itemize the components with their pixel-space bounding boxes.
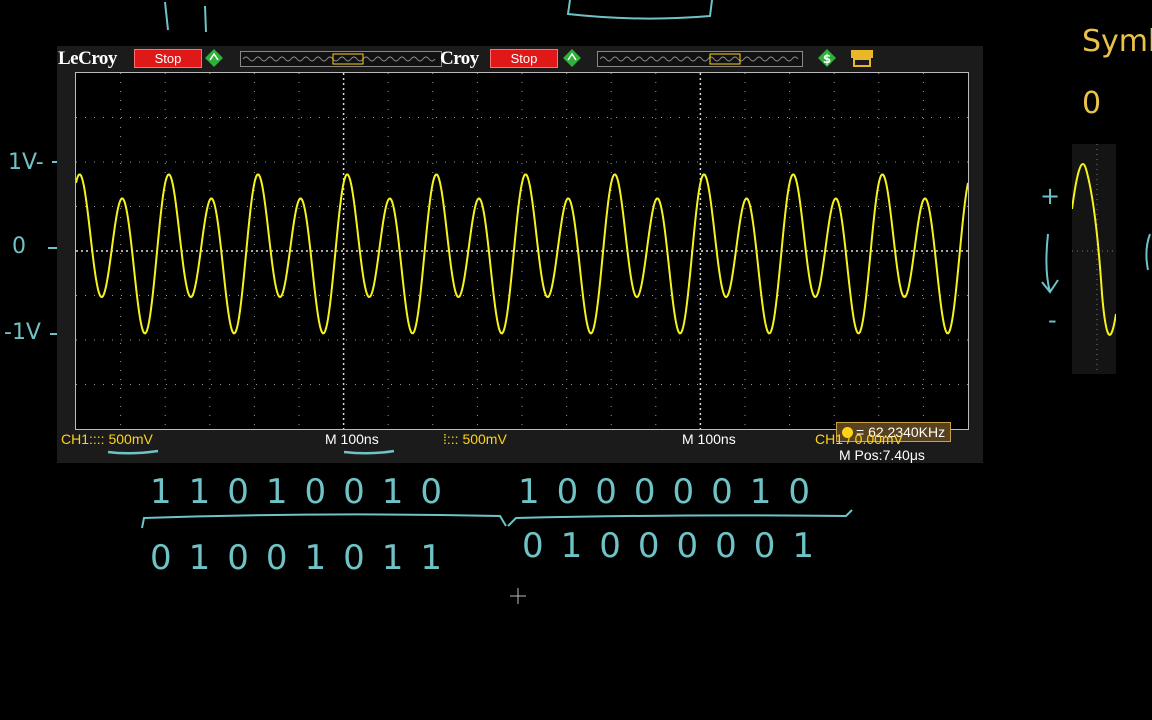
right-minus-sign: - [1048, 306, 1057, 334]
stop-indicator-2: Stop [490, 49, 558, 68]
brand-logo-partial: Croy [440, 48, 479, 69]
axis-label-zero: 0 [12, 234, 26, 259]
mpos-readout: M Pos:7.40μs [839, 447, 925, 463]
handwriting-bracket-top [566, 0, 713, 20]
ch1-waveform-path [76, 173, 968, 335]
trigger-icon-2 [563, 49, 581, 67]
bits-row2-group2: 01000001 [522, 526, 832, 566]
right-edge-fragment [1145, 233, 1151, 271]
axis-label-plus-1v: 1V- [8, 150, 44, 175]
handwriting-underlines [107, 449, 395, 455]
oscilloscope-screenshot: LeCroy Stop Croy Stop $ = 62.2340KHz CH1… [57, 46, 983, 463]
trigger-icon [205, 49, 223, 67]
ch-scale-readout-2: ⁞::: 500mV [443, 431, 507, 447]
down-arrow-icon [1041, 233, 1059, 294]
ch-scale-value-2: 500mV [462, 431, 507, 447]
dollar-icon: $ [818, 49, 836, 67]
svg-text:$: $ [823, 52, 831, 66]
stop-indicator: Stop [134, 49, 202, 68]
printer-icon [851, 50, 873, 67]
handwriting-fragment-left [164, 1, 207, 33]
ch1-scale-readout: CH1:::: 500mV [61, 431, 153, 447]
inset-trace [1071, 144, 1117, 374]
waveform-overview-bar-2 [597, 51, 803, 67]
waveform-overview-bar [240, 51, 442, 67]
right-plus-sign: + [1040, 182, 1061, 210]
symbol-title: Symb [1082, 24, 1152, 59]
scope-display: = 62.2340KHz [75, 72, 969, 442]
axis-label-minus-1v: -1V [4, 320, 41, 345]
symbol-zero: 0 [1082, 86, 1102, 121]
timebase-readout: M 100ns [325, 431, 379, 447]
scope-inset-crop [1071, 144, 1117, 374]
ch1-waveform-trace [76, 173, 968, 335]
cursor-crosshair-icon [510, 588, 526, 604]
timebase-readout-2: M 100ns [682, 431, 736, 447]
bits-row2-group1: 01001011 [150, 538, 460, 578]
brand-logo: LeCroy [58, 48, 117, 69]
trigger-readout: CH1 / 0.00mV [815, 431, 903, 447]
